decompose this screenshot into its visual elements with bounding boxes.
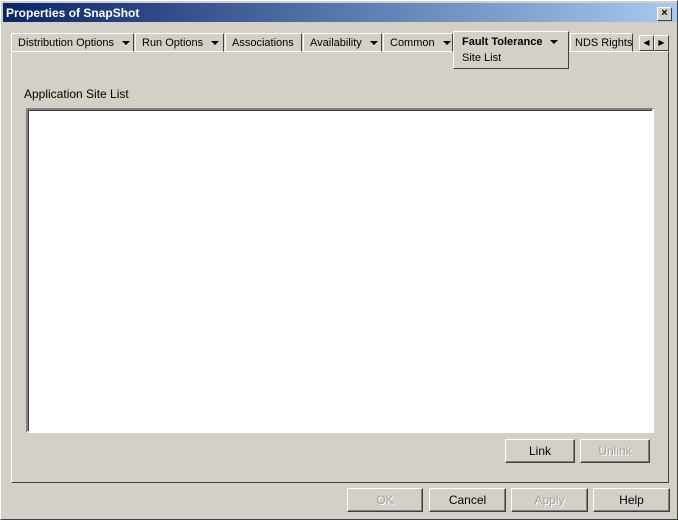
cancel-button[interactable]: Cancel: [429, 488, 506, 512]
link-button[interactable]: Link: [505, 439, 575, 463]
help-button[interactable]: Help: [593, 488, 670, 512]
dialog-window: Properties of SnapShot × Distribution Op…: [0, 0, 678, 520]
scroll-tabs-left-button[interactable]: ◀: [639, 35, 654, 51]
title-bar: Properties of SnapShot ×: [3, 3, 677, 22]
tab-common[interactable]: Common: [383, 33, 453, 52]
tab-label: Fault Tolerance: [462, 36, 543, 48]
tab-label: Distribution Options: [18, 37, 114, 49]
tab-nds-rights[interactable]: NDS Rights: [570, 33, 633, 52]
dropdown-arrow-icon: [211, 41, 220, 46]
dropdown-arrow-icon: [550, 40, 559, 45]
dropdown-arrow-icon: [369, 41, 378, 46]
ok-button[interactable]: OK: [347, 488, 423, 512]
unlink-button[interactable]: Unlink: [580, 439, 650, 463]
dropdown-arrow-icon: [442, 41, 451, 46]
tab-associations[interactable]: Associations: [225, 33, 302, 52]
tab-run-options[interactable]: Run Options: [135, 33, 224, 52]
tab-distribution-options[interactable]: Distribution Options: [11, 33, 134, 52]
scroll-tabs-right-button[interactable]: ▶: [654, 35, 669, 51]
site-list-label: Application Site List: [24, 87, 129, 101]
subtab-site-list[interactable]: Site List: [462, 52, 501, 64]
window-title: Properties of SnapShot: [6, 6, 140, 20]
tab-fault-tolerance[interactable]: Fault Tolerance Site List: [453, 31, 569, 69]
tab-availability[interactable]: Availability: [303, 33, 382, 52]
close-button[interactable]: ×: [657, 7, 672, 21]
tab-label: Availability: [310, 37, 362, 49]
tab-label: Associations: [232, 37, 294, 49]
tab-label: Common: [390, 37, 435, 49]
dropdown-arrow-icon: [122, 41, 130, 46]
tab-label: Run Options: [142, 37, 204, 49]
apply-button[interactable]: Apply: [511, 488, 588, 512]
tab-label: NDS Rights: [575, 37, 633, 49]
application-site-list[interactable]: [26, 108, 654, 433]
